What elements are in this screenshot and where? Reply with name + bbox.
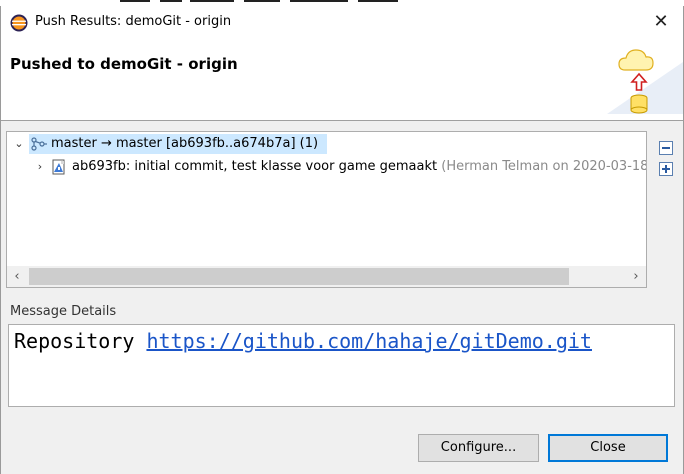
- branch-label: master → master [ab693fb..a674b7a] (1): [51, 136, 319, 151]
- repository-link[interactable]: https://github.com/hahaje/gitDemo.git: [146, 329, 592, 353]
- message-details-label: Message Details: [10, 304, 117, 319]
- message-text: Repository https://github.com/hahaje/git…: [14, 329, 592, 353]
- tree-viewport: ⌄ master → master [ab693fb..a674b7a] (1)…: [7, 132, 646, 265]
- message-prefix: Repository: [14, 329, 147, 353]
- window-close-button[interactable]: ✕: [649, 11, 673, 33]
- window-title: Push Results: demoGit - origin: [35, 14, 232, 29]
- scroll-left-icon[interactable]: ‹: [7, 266, 27, 287]
- commit-icon: [52, 159, 65, 175]
- push-results-tree[interactable]: ⌄ master → master [ab693fb..a674b7a] (1)…: [6, 131, 647, 288]
- dialog-body: ⌄ master → master [ab693fb..a674b7a] (1)…: [1, 121, 683, 474]
- clipped-background-text: [120, 0, 398, 2]
- eclipse-app-icon: [10, 14, 28, 32]
- title-bar: Push Results: demoGit - origin ✕: [1, 6, 683, 38]
- close-button[interactable]: Close: [548, 434, 668, 462]
- commit-message: ab693fb: initial commit, test klasse voo…: [72, 159, 438, 174]
- scroll-right-icon[interactable]: ›: [626, 266, 646, 287]
- configure-button[interactable]: Configure...: [418, 434, 539, 462]
- expand-all-button[interactable]: [659, 162, 673, 176]
- expand-all-icon: [662, 165, 670, 173]
- expanded-chevron-icon[interactable]: ⌄: [13, 138, 25, 150]
- message-details-box[interactable]: Repository https://github.com/hahaje/git…: [8, 324, 675, 407]
- branch-icon: [31, 137, 47, 151]
- push-results-dialog: Push Results: demoGit - origin ✕ Pushed …: [0, 6, 684, 474]
- scrollbar-thumb[interactable]: [29, 268, 569, 285]
- close-icon: ✕: [653, 11, 669, 32]
- collapse-all-button[interactable]: [659, 141, 673, 155]
- commit-author-date: (Herman Telman on 2020-03-18: [437, 159, 646, 174]
- dialog-banner: Pushed to demoGit - origin: [1, 38, 683, 120]
- collapsed-chevron-icon[interactable]: ›: [34, 161, 46, 173]
- banner-title: Pushed to demoGit - origin: [10, 55, 238, 73]
- horizontal-scrollbar[interactable]: ‹ ›: [7, 266, 646, 287]
- collapse-all-icon: [662, 147, 670, 149]
- cloud-push-icon: [607, 49, 683, 114]
- commit-label: ab693fb: initial commit, test klasse voo…: [72, 159, 646, 174]
